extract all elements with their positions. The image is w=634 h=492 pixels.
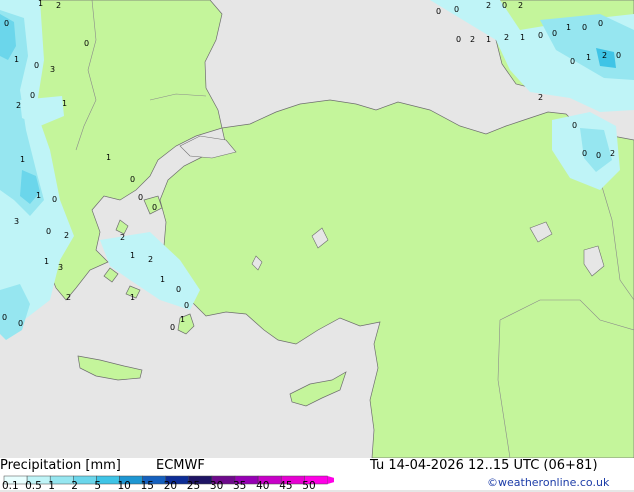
scale-arrow <box>327 476 334 484</box>
map-value-label: 0 <box>30 91 35 100</box>
map-value-label: 1 <box>62 99 67 108</box>
map-value-label: 3 <box>58 263 63 272</box>
precipitation-map: 1 2000 3120111 030 2132000 0 2 0 20 2 1 2 1 0 01 0 00 1 2 0… <box>0 0 634 458</box>
map-value-label: 1 <box>566 23 571 32</box>
map-value-label: 0 <box>46 227 51 236</box>
map-value-label: 0 <box>138 193 143 202</box>
map-value-label: 1 <box>586 53 591 62</box>
map-value-label: 0 <box>502 1 507 10</box>
map-value-label: 1 <box>130 251 135 260</box>
map-value-label: 0 <box>2 313 7 322</box>
map-value-label: 2 <box>602 51 607 60</box>
map-value-label: 0 <box>18 319 23 328</box>
map-value-label: 1 <box>38 0 43 8</box>
valid-time: Tu 14-04-2026 12..15 UTC (06+81) <box>370 458 598 473</box>
map-value-label: 0 <box>454 5 459 14</box>
map-value-label: 0 <box>184 301 189 310</box>
map-value-label: 0 <box>596 151 601 160</box>
map-value-label: 0 <box>598 19 603 28</box>
map-value-label: 0 <box>582 23 587 32</box>
map-value-label: 0 <box>572 121 577 130</box>
map-value-label: 1 <box>520 33 525 42</box>
map-value-label: 0 <box>4 19 9 28</box>
map-value-label: 0 <box>436 7 441 16</box>
map-value-label: 0 <box>130 175 135 184</box>
chart-title: Precipitation [mm] <box>0 458 121 473</box>
map-value-label: 2 <box>486 1 491 10</box>
map-value-label: 1 <box>160 275 165 284</box>
map-value-label: 1 <box>14 55 19 64</box>
map-value-label: 3 <box>14 217 19 226</box>
map-value-label: 1 <box>486 35 491 44</box>
map-value-label: 1 <box>36 191 41 200</box>
map-value-label: 0 <box>616 51 621 60</box>
map-value-label: 0 <box>152 203 157 212</box>
map-value-label: 2 <box>56 1 61 10</box>
map-value-label: 2 <box>66 293 71 302</box>
map-value-label: 2 <box>610 149 615 158</box>
map-value-label: 1 <box>20 155 25 164</box>
map-value-label: 1 <box>44 257 49 266</box>
map-value-label: 0 <box>34 61 39 70</box>
map-value-label: 3 <box>50 65 55 74</box>
map-value-label: 0 <box>582 149 587 158</box>
map-value-label: 0 <box>570 57 575 66</box>
map-value-label: 1 <box>106 153 111 162</box>
model-name: ECMWF <box>156 458 205 473</box>
map-value-label: 1 <box>130 293 135 302</box>
map-value-label: 0 <box>170 323 175 332</box>
map-value-label: 2 <box>148 255 153 264</box>
map-value-label: 2 <box>504 33 509 42</box>
map-value-label: 2 <box>470 35 475 44</box>
map-value-label: 0 <box>552 29 557 38</box>
map-value-label: 0 <box>84 39 89 48</box>
credit-link[interactable]: ©weatheronline.co.uk <box>487 475 609 490</box>
map-value-label: 2 <box>16 101 21 110</box>
map-value-label: 2 <box>538 93 543 102</box>
map-value-label: 0 <box>538 31 543 40</box>
map-value-label: 0 <box>456 35 461 44</box>
map-value-label: 2 <box>120 233 125 242</box>
map-value-label: 2 <box>64 231 69 240</box>
map-value-label: 0 <box>176 285 181 294</box>
map-value-label: 2 <box>518 1 523 10</box>
map-value-label: 0 <box>52 195 57 204</box>
map-value-label: 1 <box>180 315 185 324</box>
